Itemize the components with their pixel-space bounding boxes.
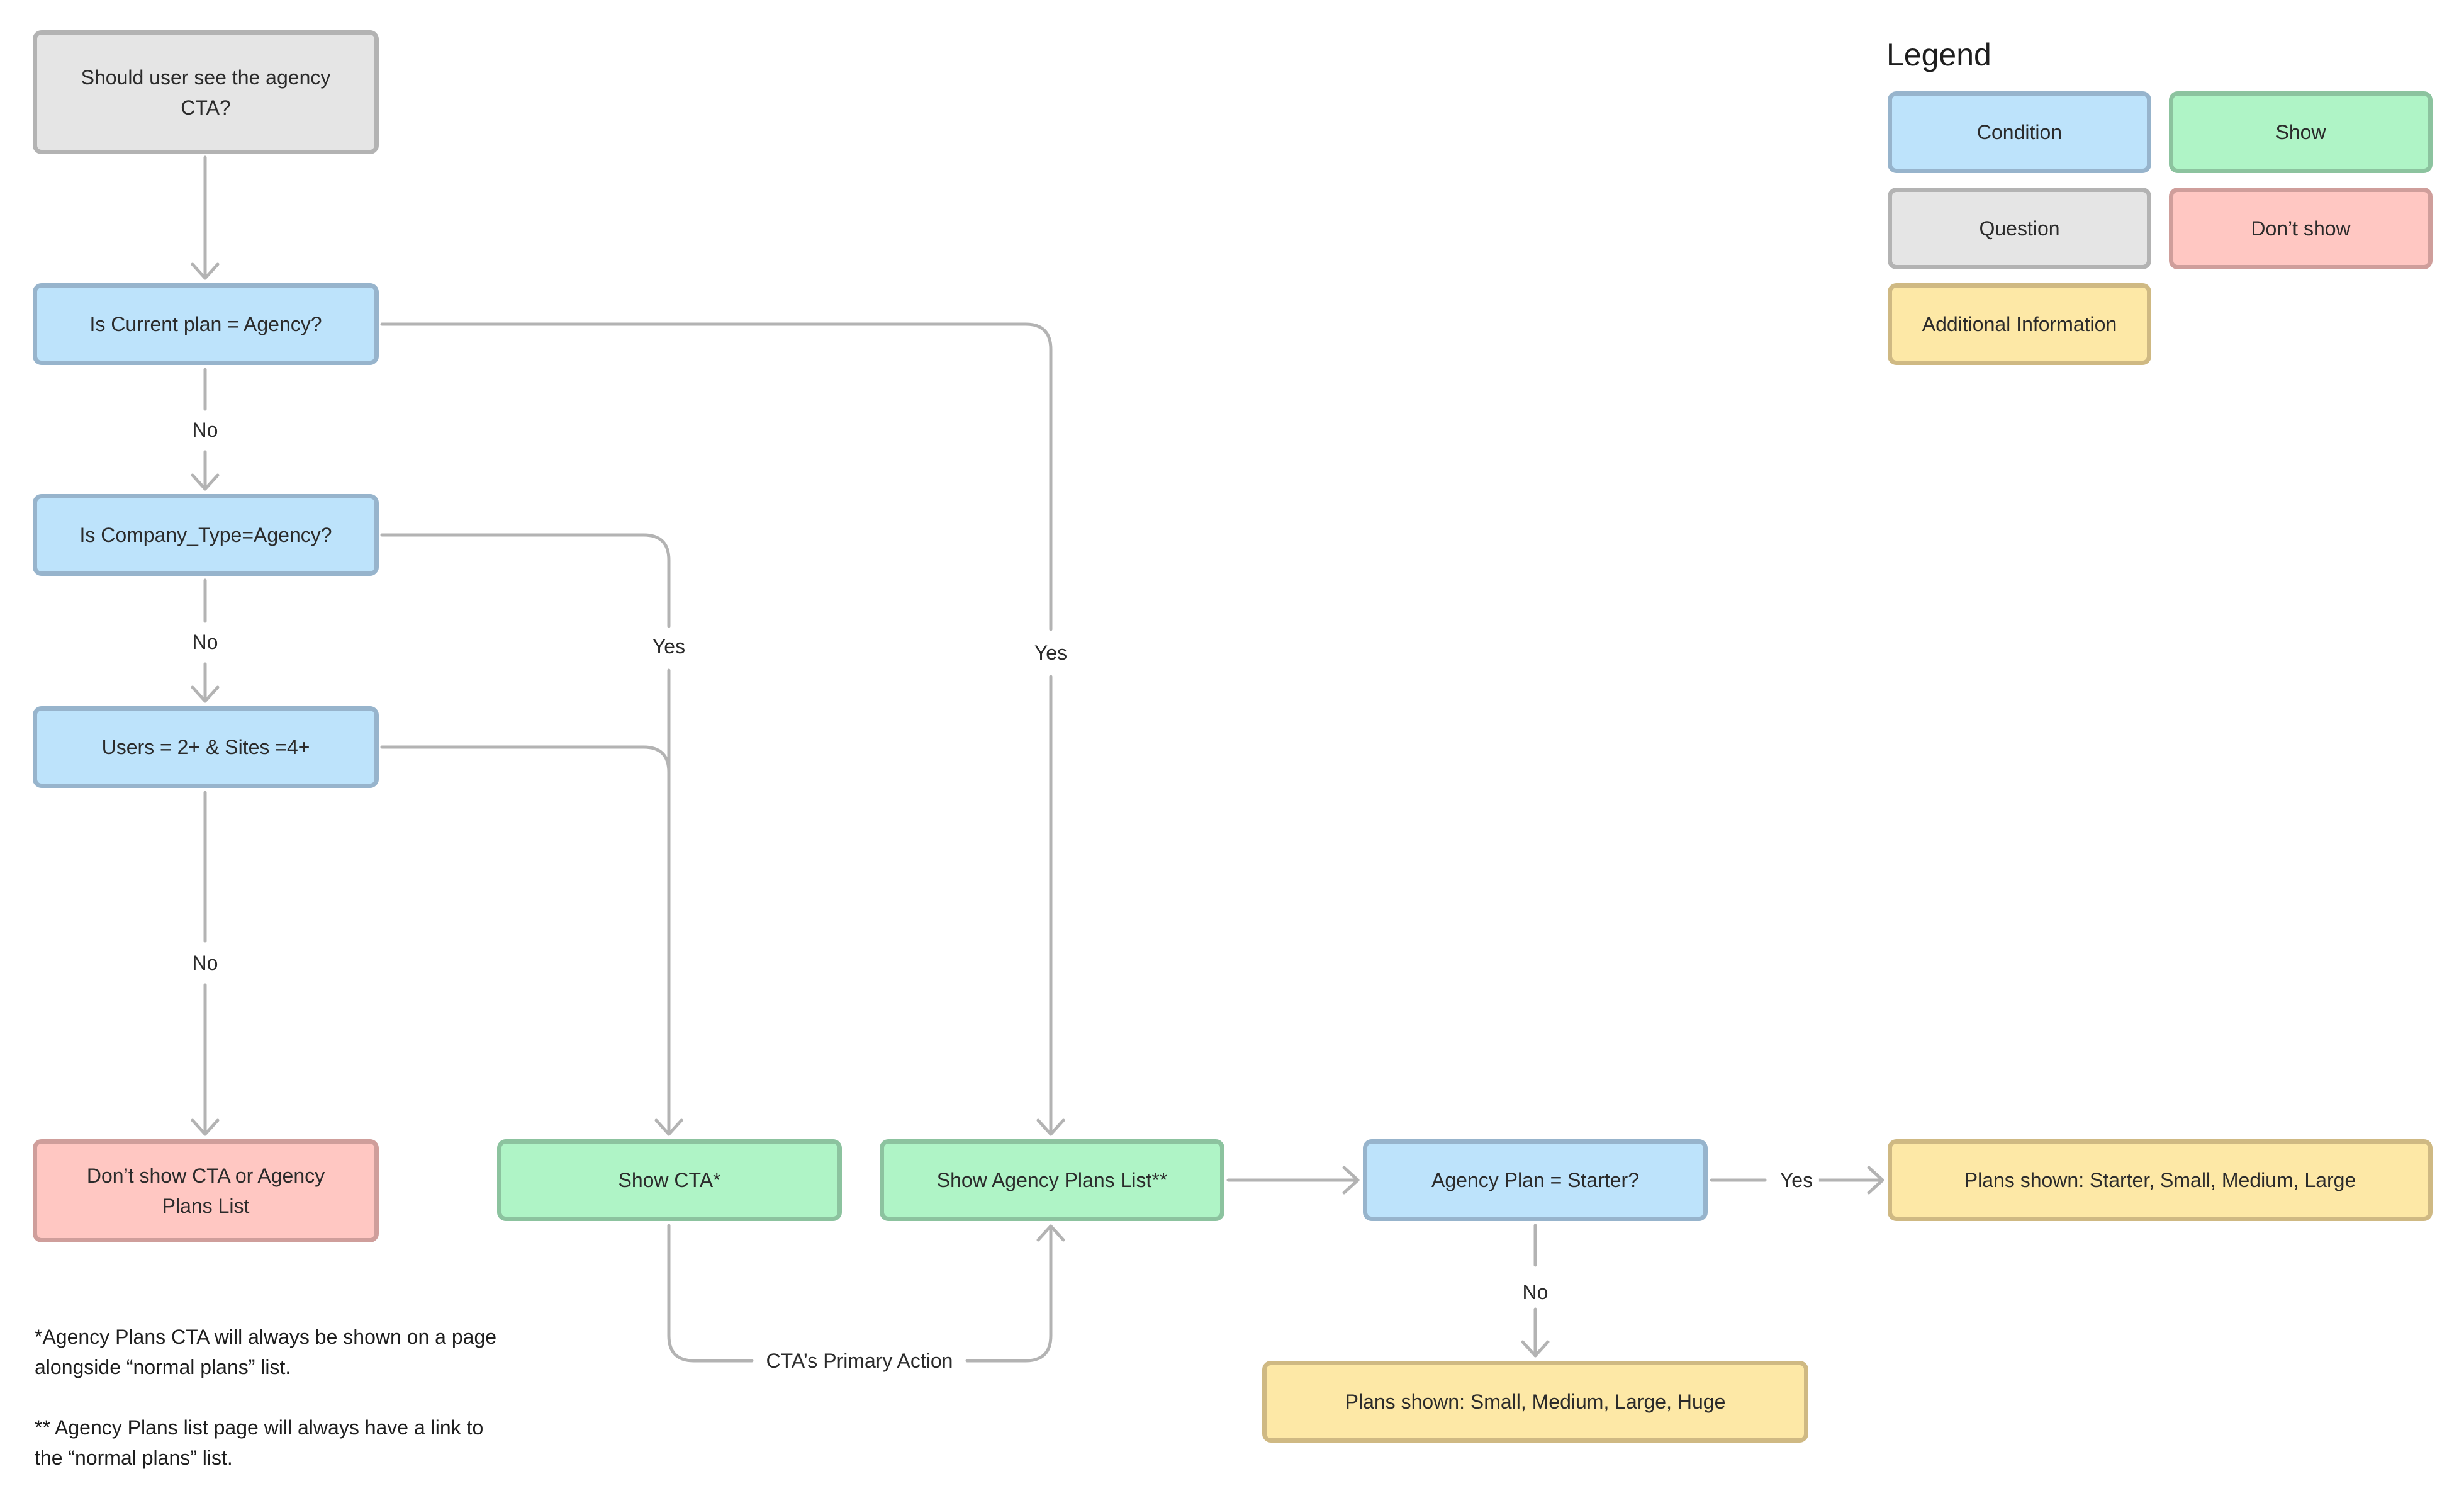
node-text: Plans shown: Starter, Small, Medium, Lar…: [1964, 1169, 2356, 1191]
edge-company-to-show-cta: [380, 533, 671, 1136]
node-show-cta: Show CTA*: [497, 1139, 842, 1221]
edge-current-to-agency-list: [380, 322, 1053, 1136]
footnote-agency-list: ** Agency Plans list page will always ha…: [35, 1416, 484, 1469]
node-text: Show Agency Plans List**: [936, 1169, 1168, 1191]
node-company-type: Is Company_Type=Agency?: [33, 494, 379, 576]
node-agency-plan-starter: Agency Plan = Starter?: [1363, 1139, 1708, 1221]
legend-label: Additional Information: [1922, 313, 2117, 335]
node-text: Don’t show CTA or Agency Plans List: [86, 1164, 325, 1217]
node-dont-show: Don’t show CTA or Agency Plans List: [33, 1139, 379, 1242]
edge-label-yes: Yes: [1028, 640, 1074, 665]
node-text: Users = 2+ & Sites =4+: [101, 736, 310, 758]
legend-label: Question: [1979, 217, 2060, 240]
edge-label-no: No: [186, 629, 225, 655]
edge-label-yes: Yes: [1773, 1168, 1820, 1193]
legend-label: Don’t show: [2251, 217, 2351, 240]
legend-item-dont-show: Don’t show: [2169, 188, 2433, 269]
node-text: Is Current plan = Agency?: [89, 313, 322, 335]
edge-label-no: No: [186, 417, 225, 442]
edge-label-no: No: [186, 950, 225, 976]
node-show-agency-plans-list: Show Agency Plans List**: [880, 1139, 1224, 1221]
legend-title: Legend: [1886, 37, 1991, 72]
node-plans-shown-starter: Plans shown: Starter, Small, Medium, Lar…: [1888, 1139, 2433, 1221]
legend-item-question: Question: [1888, 188, 2151, 269]
node-text: Show CTA*: [618, 1169, 721, 1191]
legend-label: Condition: [1976, 121, 2063, 144]
legend-label: Show: [2275, 121, 2326, 144]
edge-cta-primary-action: [667, 1224, 1053, 1363]
legend-item-condition: Condition: [1888, 91, 2151, 173]
edge-label-yes: Yes: [646, 634, 692, 659]
node-text: Plans shown: Small, Medium, Large, Huge: [1345, 1390, 1726, 1413]
node-plans-shown-huge: Plans shown: Small, Medium, Large, Huge: [1262, 1361, 1808, 1443]
edge-label-no: No: [1516, 1280, 1555, 1305]
footnote-cta: *Agency Plans CTA will always be shown o…: [35, 1326, 497, 1378]
edge-users-to-show-cta: [380, 745, 671, 774]
node-current-plan: Is Current plan = Agency?: [33, 283, 379, 365]
node-text: Should user see the agency CTA?: [81, 65, 331, 119]
legend-item-additional-information: Additional Information: [1888, 283, 2151, 365]
legend-item-show: Show: [2169, 91, 2433, 173]
node-start-question: Should user see the agency CTA?: [33, 30, 379, 154]
node-users-sites: Users = 2+ & Sites =4+: [33, 706, 379, 788]
node-text: Agency Plan = Starter?: [1431, 1169, 1639, 1191]
edge-label-cta-primary-action: CTA’s Primary Action: [759, 1348, 960, 1373]
node-text: Is Company_Type=Agency?: [79, 524, 332, 546]
